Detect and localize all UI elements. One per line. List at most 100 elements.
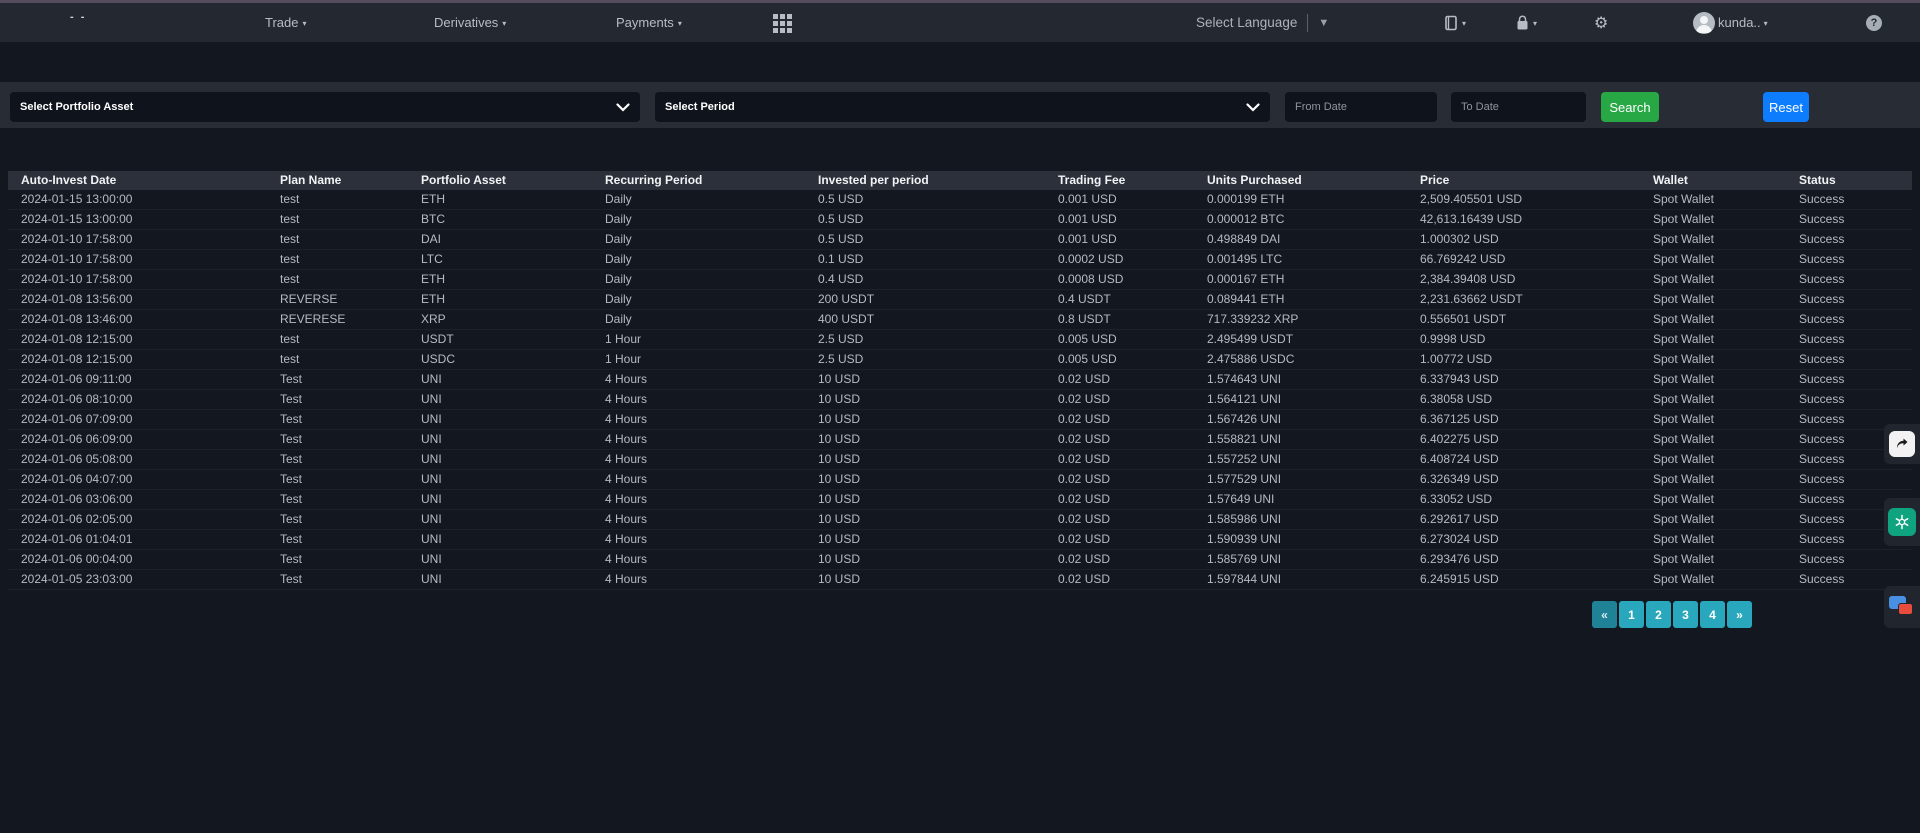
table-cell: 0.001 USD — [1045, 190, 1194, 209]
user-menu[interactable]: kunda.. ▾ — [1693, 3, 1768, 42]
pagination-page-1[interactable]: 1 — [1619, 601, 1644, 628]
to-date-input[interactable] — [1461, 101, 1576, 113]
pagination: «1234» — [1592, 601, 1752, 628]
search-button[interactable]: Search — [1601, 92, 1659, 122]
table-cell: 2024-01-10 17:58:00 — [8, 270, 267, 289]
language-label: Select Language — [1196, 15, 1297, 30]
share-button[interactable] — [1889, 431, 1915, 457]
table-cell: test — [267, 210, 408, 229]
table-row: 2024-01-08 13:46:00REVERESEXRPDaily400 U… — [8, 310, 1912, 330]
table-cell: Spot Wallet — [1640, 370, 1786, 389]
lock-icon — [1515, 15, 1530, 31]
pagination-page-4[interactable]: 4 — [1700, 601, 1725, 628]
portfolio-asset-select[interactable]: Select Portfolio Asset — [10, 92, 640, 122]
table-cell: 0.0002 USD — [1045, 250, 1194, 269]
table-cell: 66.769242 USD — [1407, 250, 1640, 269]
chevron-down-icon: ▾ — [1462, 19, 1466, 28]
table-cell: Daily — [592, 190, 805, 209]
table-cell: 0.02 USD — [1045, 510, 1194, 529]
pagination-prev[interactable]: « — [1592, 601, 1617, 628]
openai-logo-icon — [1894, 514, 1910, 530]
table-cell: 2024-01-06 05:08:00 — [8, 450, 267, 469]
column-header: Wallet — [1640, 171, 1786, 190]
logo[interactable]: - - — [70, 11, 86, 23]
language-selector[interactable]: Select Language ▼ — [1196, 3, 1329, 42]
table-cell: 4 Hours — [592, 430, 805, 449]
table-cell: 0.0008 USD — [1045, 270, 1194, 289]
top-navbar: - - Trade ▾ Derivatives ▾ Payments ▾ Sel… — [0, 3, 1920, 42]
table-cell: 6.367125 USD — [1407, 410, 1640, 429]
username: kunda.. — [1718, 15, 1761, 30]
period-select[interactable]: Select Period — [655, 92, 1270, 122]
nav-menu-trade[interactable]: Trade ▾ — [265, 3, 307, 42]
table-cell: 2024-01-06 07:09:00 — [8, 410, 267, 429]
table-cell: 717.339232 XRP — [1194, 310, 1407, 329]
table-cell: 2024-01-06 08:10:00 — [8, 390, 267, 409]
reset-button[interactable]: Reset — [1763, 92, 1809, 122]
table-cell: Spot Wallet — [1640, 550, 1786, 569]
table-cell: 2024-01-06 09:11:00 — [8, 370, 267, 389]
table-header-row: Auto-Invest DatePlan NamePortfolio Asset… — [8, 171, 1912, 190]
table-cell: 0.02 USD — [1045, 430, 1194, 449]
table-cell: 0.001495 LTC — [1194, 250, 1407, 269]
table-cell: Success — [1786, 250, 1899, 269]
table-cell: 0.02 USD — [1045, 570, 1194, 589]
table-cell: 10 USD — [805, 370, 1045, 389]
column-header: Portfolio Asset — [408, 171, 592, 190]
orders-book-button[interactable]: ▾ — [1443, 3, 1466, 42]
column-header: Price — [1407, 171, 1640, 190]
table-cell: 10 USD — [805, 390, 1045, 409]
table-cell: 2024-01-06 04:07:00 — [8, 470, 267, 489]
table-cell: LTC — [408, 250, 592, 269]
table-cell: 2024-01-06 02:05:00 — [8, 510, 267, 529]
table-cell: Spot Wallet — [1640, 270, 1786, 289]
pagination-page-2[interactable]: 2 — [1646, 601, 1671, 628]
avatar — [1693, 12, 1715, 34]
table-row: 2024-01-10 17:58:00testLTCDaily0.1 USD0.… — [8, 250, 1912, 270]
table-cell: 2,231.63662 USDT — [1407, 290, 1640, 309]
table-cell: Test — [267, 410, 408, 429]
apps-grid-icon[interactable] — [773, 14, 792, 33]
table-cell: UNI — [408, 570, 592, 589]
pagination-next[interactable]: » — [1727, 601, 1752, 628]
table-cell: Success — [1786, 310, 1899, 329]
divider — [1307, 14, 1308, 32]
openai-assistant-button[interactable] — [1888, 508, 1916, 536]
table-cell: 200 USDT — [805, 290, 1045, 309]
nav-menu-payments[interactable]: Payments ▾ — [616, 3, 682, 42]
table-cell: Spot Wallet — [1640, 410, 1786, 429]
auto-invest-history-table: Auto-Invest DatePlan NamePortfolio Asset… — [8, 171, 1912, 590]
table-cell: 1 Hour — [592, 330, 805, 349]
chat-widget-dock — [1884, 586, 1920, 628]
wallet-lock-button[interactable]: ▾ — [1515, 3, 1537, 42]
table-cell: Test — [267, 570, 408, 589]
nav-menu-derivatives-label: Derivatives — [434, 15, 498, 30]
table-cell: USDC — [408, 350, 592, 369]
table-cell: test — [267, 250, 408, 269]
table-cell: Spot Wallet — [1640, 470, 1786, 489]
table-cell: Test — [267, 550, 408, 569]
table-cell: Success — [1786, 450, 1899, 469]
table-row: 2024-01-08 12:15:00testUSDC1 Hour2.5 USD… — [8, 350, 1912, 370]
table-cell: UNI — [408, 410, 592, 429]
table-cell: Spot Wallet — [1640, 390, 1786, 409]
table-cell: UNI — [408, 530, 592, 549]
table-cell: Test — [267, 490, 408, 509]
table-cell: 2.495499 USDT — [1194, 330, 1407, 349]
table-cell: 10 USD — [805, 410, 1045, 429]
table-cell: ETH — [408, 270, 592, 289]
settings-button[interactable]: ⚙ — [1594, 3, 1608, 42]
pagination-page-3[interactable]: 3 — [1673, 601, 1698, 628]
from-date-input[interactable] — [1295, 101, 1427, 113]
table-cell: 0.000199 ETH — [1194, 190, 1407, 209]
table-cell: 0.498849 DAI — [1194, 230, 1407, 249]
nav-menu-derivatives[interactable]: Derivatives ▾ — [434, 3, 506, 42]
table-cell: Test — [267, 530, 408, 549]
chat-extension-button[interactable] — [1889, 596, 1915, 618]
table-row: 2024-01-10 17:58:00testDAIDaily0.5 USD0.… — [8, 230, 1912, 250]
chat-bubble-red-icon — [1898, 603, 1913, 615]
help-button[interactable]: ? — [1866, 3, 1882, 42]
table-cell: 4 Hours — [592, 410, 805, 429]
table-cell: Success — [1786, 350, 1899, 369]
table-cell: Spot Wallet — [1640, 250, 1786, 269]
